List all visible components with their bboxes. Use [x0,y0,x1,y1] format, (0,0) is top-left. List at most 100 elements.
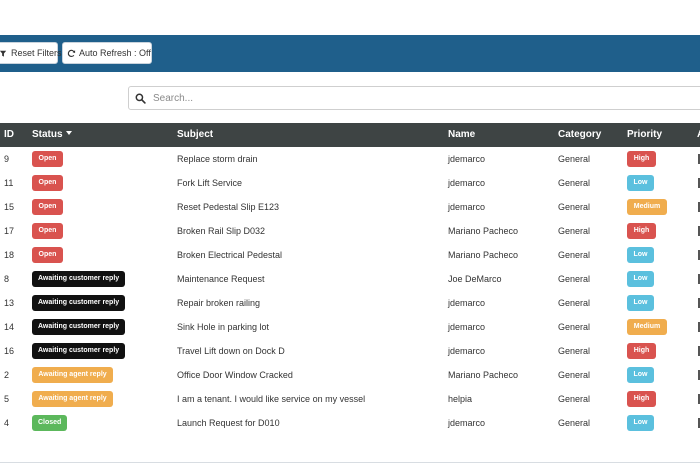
filter-reset-icon [0,49,8,58]
ticket-category: General [558,202,591,212]
status-badge: Closed [32,415,67,431]
priority-badge: Low [627,295,654,311]
toolbar: Reset Filters Auto Refresh : Off [0,35,700,72]
column-header-status[interactable]: Status [32,123,72,147]
ticket-id: 2 [4,370,10,380]
ticket-name: Mariano Pacheco [448,250,519,260]
priority-cell: Medium [627,195,667,219]
column-header-name[interactable]: Name [448,123,475,147]
ticket-id: 17 [4,226,15,236]
table-row[interactable]: 14 Awaiting customer reply Sink Hole in pa… [0,315,700,339]
status-badge: Awaiting agent reply [32,391,113,407]
search-input[interactable] [151,91,695,105]
ticket-id: 16 [4,346,15,356]
priority-cell: High [627,147,656,171]
ticket-id: 18 [4,250,15,260]
status-cell: Awaiting agent reply [32,363,113,387]
ticket-id: 11 [4,178,14,188]
table-row[interactable]: 17 Open Broken Rail Slip D032 Mariano Pache… [0,219,700,243]
status-cell: Open [32,243,63,267]
status-cell: Open [32,195,63,219]
ticket-name: Mariano Pacheco [448,226,519,236]
ticket-subject[interactable]: Launch Request for D010 [177,411,280,435]
priority-badge: High [627,391,656,407]
ticket-category: General [558,178,591,188]
status-badge: Open [32,175,63,191]
table-row[interactable]: 11 Open Fork Lift Service jdemarco General Lo… [0,171,700,195]
status-cell: Open [32,171,63,195]
status-badge: Open [32,199,63,215]
ticket-subject[interactable]: Fork Lift Service [177,171,242,195]
status-cell: Awaiting customer reply [32,291,125,315]
ticket-id: 9 [4,154,10,164]
reset-filters-label: Reset Filters [11,48,62,58]
column-header-priority[interactable]: Priority [627,123,662,147]
table-row[interactable]: 5 Awaiting agent reply I am a tenant. I wo… [0,387,700,411]
priority-badge: Low [627,367,654,383]
priority-badge: Medium [627,319,667,335]
ticket-name: jdemarco [448,298,486,308]
ticket-subject[interactable]: Broken Electrical Pedestal [177,243,282,267]
column-header-id[interactable]: ID [4,123,14,147]
table-row[interactable]: 2 Awaiting agent reply Office Door Window … [0,363,700,387]
priority-badge: Low [627,175,654,191]
status-cell: Awaiting customer reply [32,267,125,291]
table-row[interactable]: 9 Open Replace storm drain jdemarco General H… [0,147,700,171]
ticket-name: jdemarco [448,178,486,188]
ticket-name: jdemarco [448,202,486,212]
ticket-name: jdemarco [448,418,486,428]
divider [0,462,700,463]
ticket-subject[interactable]: Replace storm drain [177,147,258,171]
priority-cell: Low [627,363,654,387]
priority-cell: Medium [627,315,667,339]
ticket-name: jdemarco [448,322,486,332]
priority-cell: Low [627,267,654,291]
ticket-subject[interactable]: Travel Lift down on Dock D [177,339,285,363]
ticket-subject[interactable]: I am a tenant. I would like service on m… [177,387,365,411]
reset-filters-button[interactable]: Reset Filters [0,42,62,64]
refresh-icon [67,49,76,58]
status-cell: Awaiting customer reply [32,339,125,363]
auto-refresh-button[interactable]: Auto Refresh : Off [62,42,152,64]
column-header-status-label: Status [32,129,63,140]
table-row[interactable]: 13 Awaiting customer reply Repair broken r… [0,291,700,315]
priority-badge: High [627,151,656,167]
status-cell: Awaiting agent reply [32,387,113,411]
table-row[interactable]: 8 Awaiting customer reply Maintenance Requ… [0,267,700,291]
column-header-subject[interactable]: Subject [177,123,213,147]
ticket-category: General [558,154,591,164]
priority-cell: Low [627,291,654,315]
status-badge: Awaiting customer reply [32,343,125,359]
priority-cell: High [627,387,656,411]
priority-cell: High [627,339,656,363]
ticket-category: General [558,394,591,404]
ticket-subject[interactable]: Broken Rail Slip D032 [177,219,265,243]
table-row[interactable]: 4 Closed Launch Request for D010 jdemarco Ge… [0,411,700,435]
status-badge: Awaiting customer reply [32,271,125,287]
ticket-subject[interactable]: Maintenance Request [177,267,265,291]
ticket-category: General [558,322,591,332]
ticket-category: General [558,370,591,380]
ticket-subject[interactable]: Reset Pedestal Slip E123 [177,195,279,219]
ticket-name: Joe DeMarco [448,274,502,284]
status-badge: Open [32,247,63,263]
ticket-id: 13 [4,298,15,308]
ticket-subject[interactable]: Office Door Window Cracked [177,363,293,387]
table-row[interactable]: 18 Open Broken Electrical Pedestal Mariano … [0,243,700,267]
ticket-name: jdemarco [448,346,486,356]
ticket-id: 5 [4,394,10,404]
priority-badge: Low [627,247,654,263]
status-badge: Open [32,151,63,167]
status-cell: Open [32,219,63,243]
status-cell: Closed [32,411,67,435]
ticket-subject[interactable]: Sink Hole in parking lot [177,315,269,339]
status-cell: Open [32,147,63,171]
table-row[interactable]: 16 Awaiting customer reply Travel Lift dow… [0,339,700,363]
column-header-category[interactable]: Category [558,123,601,147]
ticket-id: 15 [4,202,15,212]
status-badge: Awaiting customer reply [32,295,125,311]
search-icon [135,93,146,104]
table-row[interactable]: 15 Open Reset Pedestal Slip E123 jdemarco Ge… [0,195,700,219]
ticket-subject[interactable]: Repair broken railing [177,291,260,315]
ticket-name: helpia [448,394,473,404]
